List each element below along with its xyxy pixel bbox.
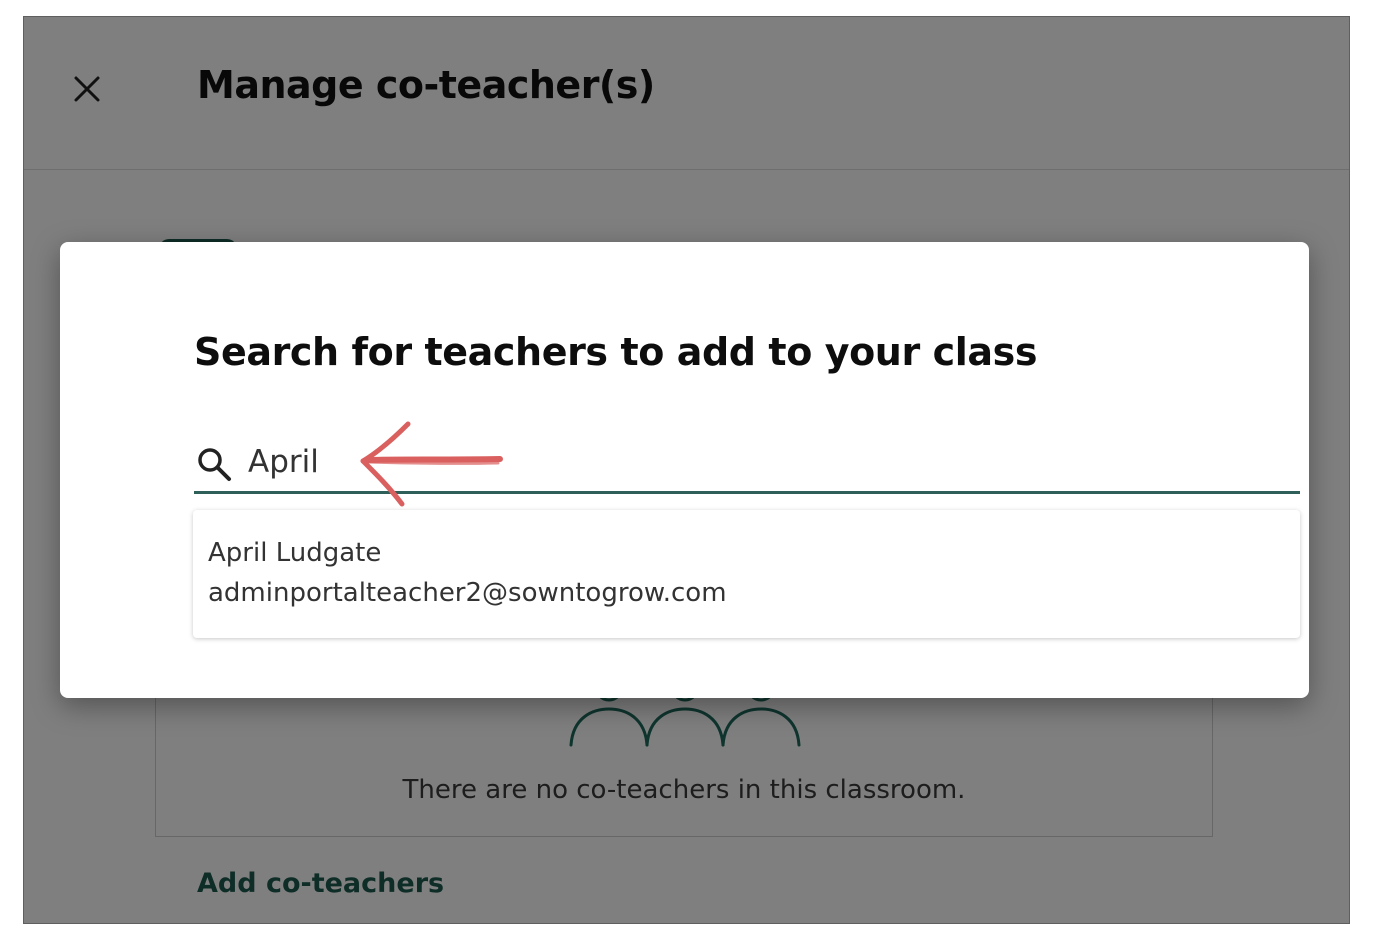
app-frame: Manage co-teacher(s) There are no co-tea…: [23, 16, 1350, 924]
dialog-title: Search for teachers to add to your class: [194, 330, 1038, 374]
search-results-list: April Ludgate adminportalteacher2@sownto…: [193, 510, 1300, 638]
result-teacher-name: April Ludgate: [208, 538, 382, 568]
search-result-item[interactable]: April Ludgate adminportalteacher2@sownto…: [193, 510, 1300, 638]
result-teacher-email: adminportalteacher2@sowntogrow.com: [208, 578, 727, 608]
search-teachers-dialog: Search for teachers to add to your class…: [60, 242, 1309, 698]
red-arrow-icon: [360, 421, 503, 507]
search-icon: [198, 448, 231, 481]
